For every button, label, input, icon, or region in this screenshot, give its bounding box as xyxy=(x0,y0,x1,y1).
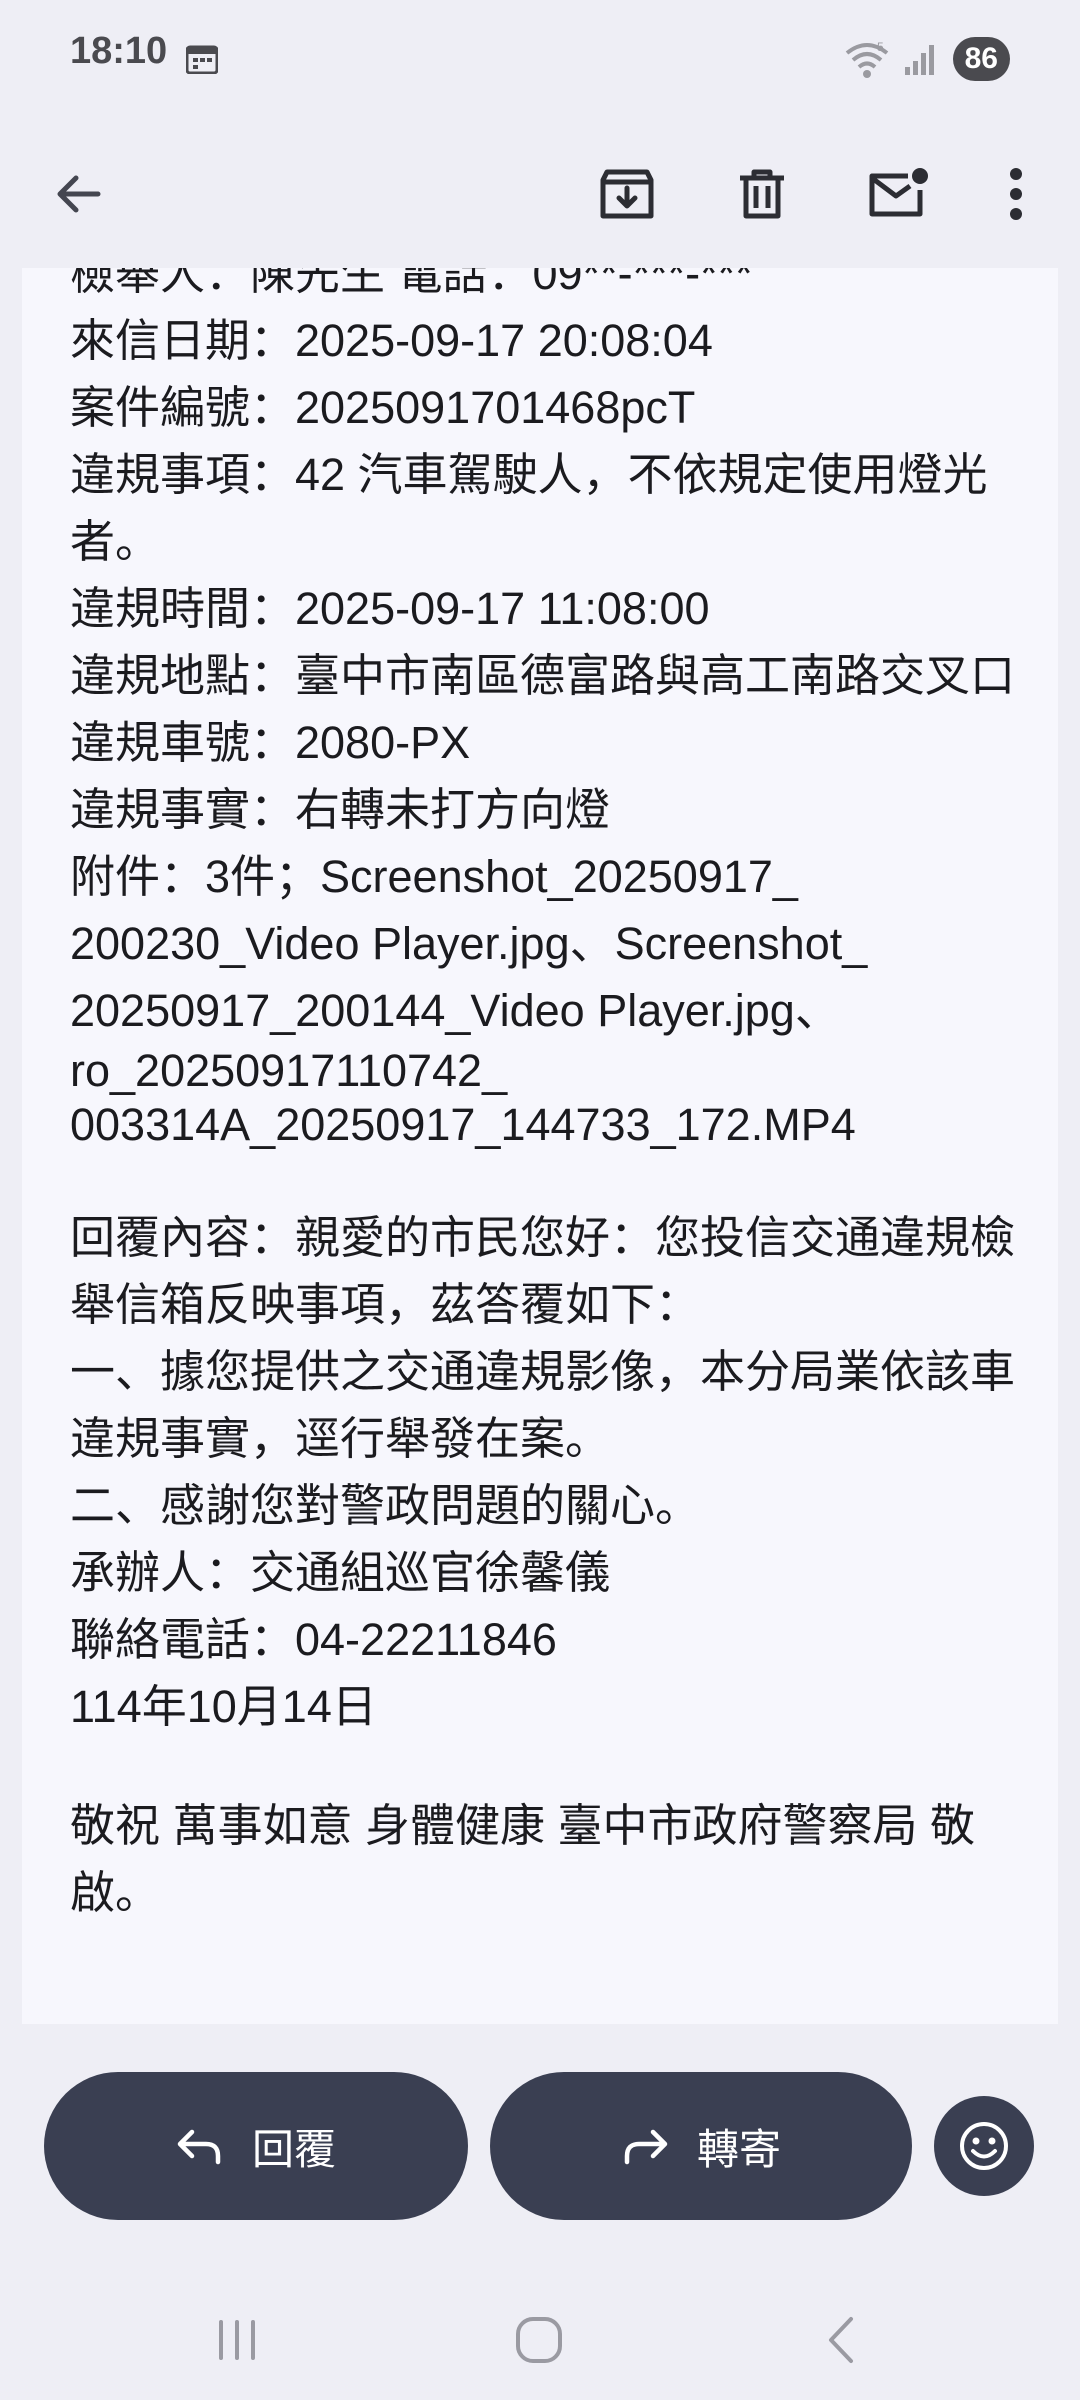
signal-icon xyxy=(904,45,934,75)
handler: 承辦人：交通組巡官徐馨儀 xyxy=(70,1547,611,1598)
received-date: 來信日期：2025-09-17 20:08:04 xyxy=(70,315,713,366)
archive-icon xyxy=(600,169,654,219)
reply-line-2: 舉信箱反映事項，茲答覆如下： xyxy=(70,1279,701,1330)
case-number: 案件編號：2025091701468pcT xyxy=(70,382,696,433)
closing-line-2: 啟。 xyxy=(70,1867,161,1918)
email-body-text: 檢舉人：陳先生 電話：09**-***-*** 來信日期：2025-09-17 … xyxy=(70,268,1030,1926)
forward-button[interactable]: 轉寄 xyxy=(490,2072,912,2220)
email-body-card: 檢舉人：陳先生 電話：09**-***-*** 來信日期：2025-09-17 … xyxy=(22,268,1058,2024)
reply-icon xyxy=(177,2129,221,2165)
violation-item-line-2: 者。 xyxy=(70,516,161,567)
reply-line-5: 二、感謝您對警政問題的關心。 xyxy=(70,1480,701,1531)
battery-indicator: 86 xyxy=(952,37,1010,81)
violation-location: 違規地點：臺中市南區德富路與高工南路交叉口 xyxy=(70,650,1016,701)
status-indicators: 5 86 xyxy=(845,36,1010,82)
recents-button[interactable] xyxy=(192,2300,282,2380)
system-nav-bar xyxy=(0,2280,1080,2400)
reply-line-4: 違規事實，逕行舉發在案。 xyxy=(70,1413,611,1464)
back-arrow-icon xyxy=(57,175,101,213)
wifi-icon: 5 xyxy=(845,40,888,78)
svg-text:5: 5 xyxy=(877,40,884,54)
mark-unread-button[interactable] xyxy=(848,144,948,244)
delete-icon xyxy=(740,169,784,219)
violation-item-line-1: 違規事項：42 汽車駕駛人，不依規定使用燈光 xyxy=(70,449,988,500)
attachments-line-1: 附件：3件；Screenshot_20250917_ xyxy=(70,851,798,902)
attachments-line-5: 003314A_20250917_144733_172.MP4 xyxy=(70,1099,856,1150)
violation-fact: 違規事實：右轉未打方向燈 xyxy=(70,784,611,835)
forward-label: 轉寄 xyxy=(696,2125,781,2173)
toolbar xyxy=(0,120,1080,268)
back-button[interactable] xyxy=(28,144,128,244)
phone: 聯絡電話：04-22211846 xyxy=(70,1614,557,1665)
reply-date: 114年10月14日 xyxy=(70,1681,377,1732)
reply-line-3: 一、據您提供之交通違規影像，本分局業依該車 xyxy=(70,1346,1016,1397)
recents-icon xyxy=(219,2320,255,2360)
status-time: 18:10 xyxy=(70,30,168,72)
attachments-line-4: ro_20250917110742_ xyxy=(70,1045,508,1096)
reply-label: 回覆 xyxy=(251,2125,336,2173)
emoji-reaction-button[interactable] xyxy=(934,2096,1034,2196)
closing-line-1: 敬祝 萬事如意 身體健康 臺中市政府警察局 敬 xyxy=(70,1800,976,1851)
more-options-button[interactable] xyxy=(966,144,1066,244)
clipped-line: 檢舉人：陳先生 電話：09**-***-*** xyxy=(70,268,753,299)
reply-line-1: 回覆內容：親愛的市民您好：您投信交通違規檢 xyxy=(70,1212,1016,1263)
attachments-line-3: 20250917_200144_Video Player.jpg、 xyxy=(70,985,840,1036)
plate-number: 違規車號：2080-PX xyxy=(70,717,471,768)
forward-icon xyxy=(624,2129,668,2165)
home-button[interactable] xyxy=(494,2300,584,2380)
more-vert-icon xyxy=(1010,168,1022,220)
delete-button[interactable] xyxy=(712,144,812,244)
back-nav-button[interactable] xyxy=(796,2300,886,2380)
home-icon xyxy=(516,2317,562,2363)
calendar-icon xyxy=(186,45,218,74)
reply-button[interactable]: 回覆 xyxy=(44,2072,468,2220)
violation-time: 違規時間：2025-09-17 11:08:00 xyxy=(70,583,710,634)
back-chevron-icon xyxy=(829,2317,853,2363)
archive-button[interactable] xyxy=(577,144,677,244)
smiley-icon xyxy=(960,2122,1008,2170)
mark-unread-icon xyxy=(869,168,928,217)
attachments-line-2: 200230_Video Player.jpg、Screenshot_ xyxy=(70,918,868,969)
status-bar: 18:10 5 86 xyxy=(0,0,1080,120)
